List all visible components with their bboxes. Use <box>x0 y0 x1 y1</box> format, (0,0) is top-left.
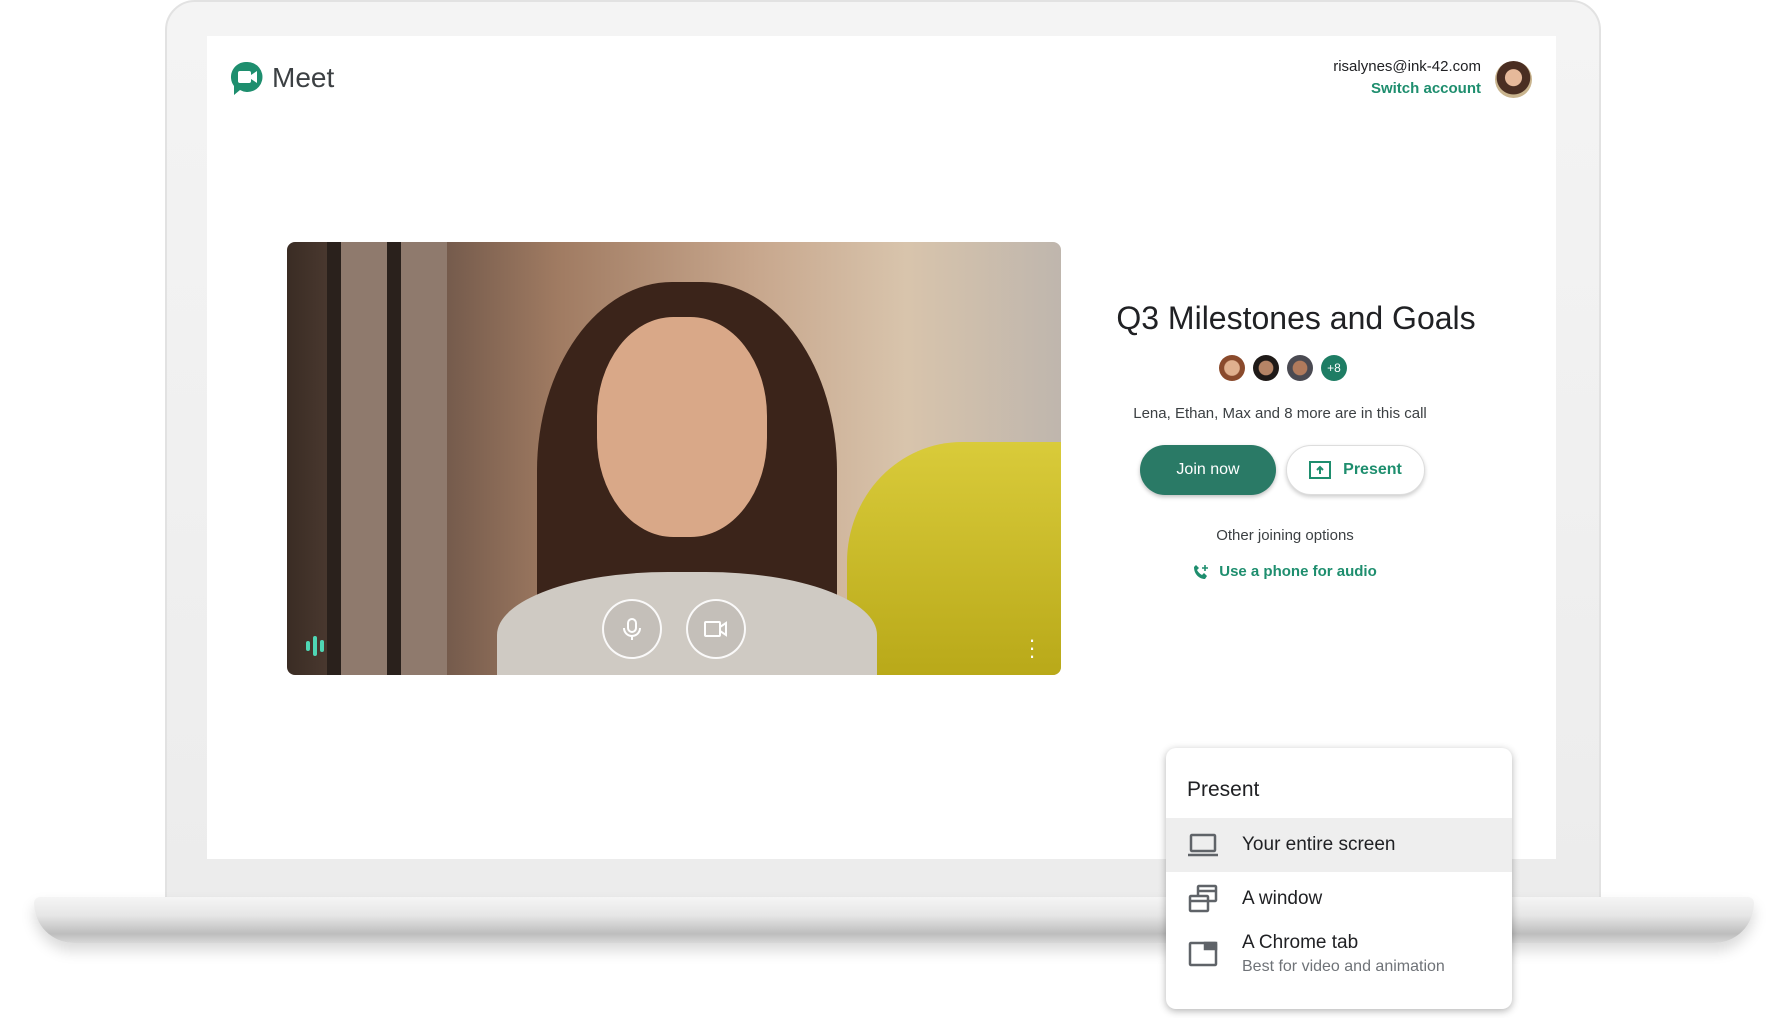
window-icon <box>1188 884 1218 913</box>
extra-participants-badge: +8 <box>1321 355 1347 381</box>
meet-logo-icon <box>230 61 263 95</box>
participant-avatars: +8 <box>1219 355 1347 381</box>
menu-item-label: A Chrome tab <box>1242 932 1359 953</box>
other-joining-options: Other joining options <box>1216 527 1354 544</box>
tab-icon <box>1188 941 1218 967</box>
present-menu-title: Present <box>1187 778 1260 801</box>
audio-level-icon <box>306 636 324 656</box>
video-camera-icon <box>704 621 727 637</box>
meet-logo[interactable]: Meet <box>230 60 334 96</box>
menu-item-label: A window <box>1242 888 1323 909</box>
menu-item-entire-screen[interactable]: Your entire screen <box>1166 818 1512 872</box>
video-preview <box>287 242 1061 675</box>
menu-item-sublabel: Best for video and animation <box>1242 958 1445 975</box>
join-now-button[interactable]: Join now <box>1140 445 1276 495</box>
account-info: risalynes@ink-42.com Switch account <box>1333 58 1481 97</box>
phone-audio-label: Use a phone for audio <box>1219 563 1377 580</box>
microphone-button[interactable] <box>602 599 662 659</box>
avatar <box>1253 355 1279 381</box>
present-screen-icon <box>1309 461 1332 479</box>
phone-icon <box>1194 564 1209 579</box>
avatar <box>1219 355 1245 381</box>
present-button[interactable]: Present <box>1286 445 1425 495</box>
camera-button[interactable] <box>686 599 746 659</box>
app-name: Meet <box>272 62 335 93</box>
in-call-text: Lena, Ethan, Max and 8 more are in this … <box>1133 405 1427 422</box>
more-vertical-icon[interactable]: · · · <box>1026 629 1038 667</box>
menu-item-chrome-tab[interactable]: A Chrome tab Best for video and animation <box>1166 924 1512 984</box>
menu-item-label: Your entire screen <box>1242 834 1396 855</box>
meeting-title: Q3 Milestones and Goals <box>1116 300 1476 336</box>
laptop-icon <box>1188 833 1218 857</box>
switch-account-link[interactable]: Switch account <box>1333 80 1481 97</box>
phone-audio-link[interactable]: Use a phone for audio <box>1060 563 1510 580</box>
menu-item-text: A Chrome tab Best for video and animation <box>1242 932 1445 976</box>
avatar[interactable] <box>1495 61 1532 98</box>
account-email: risalynes@ink-42.com <box>1333 58 1481 75</box>
avatar <box>1287 355 1313 381</box>
microphone-icon <box>623 618 641 640</box>
menu-item-window[interactable]: A window <box>1166 874 1512 924</box>
present-label: Present <box>1343 461 1402 478</box>
present-menu: Present Your entire screen A window A Ch… <box>1166 748 1512 1009</box>
